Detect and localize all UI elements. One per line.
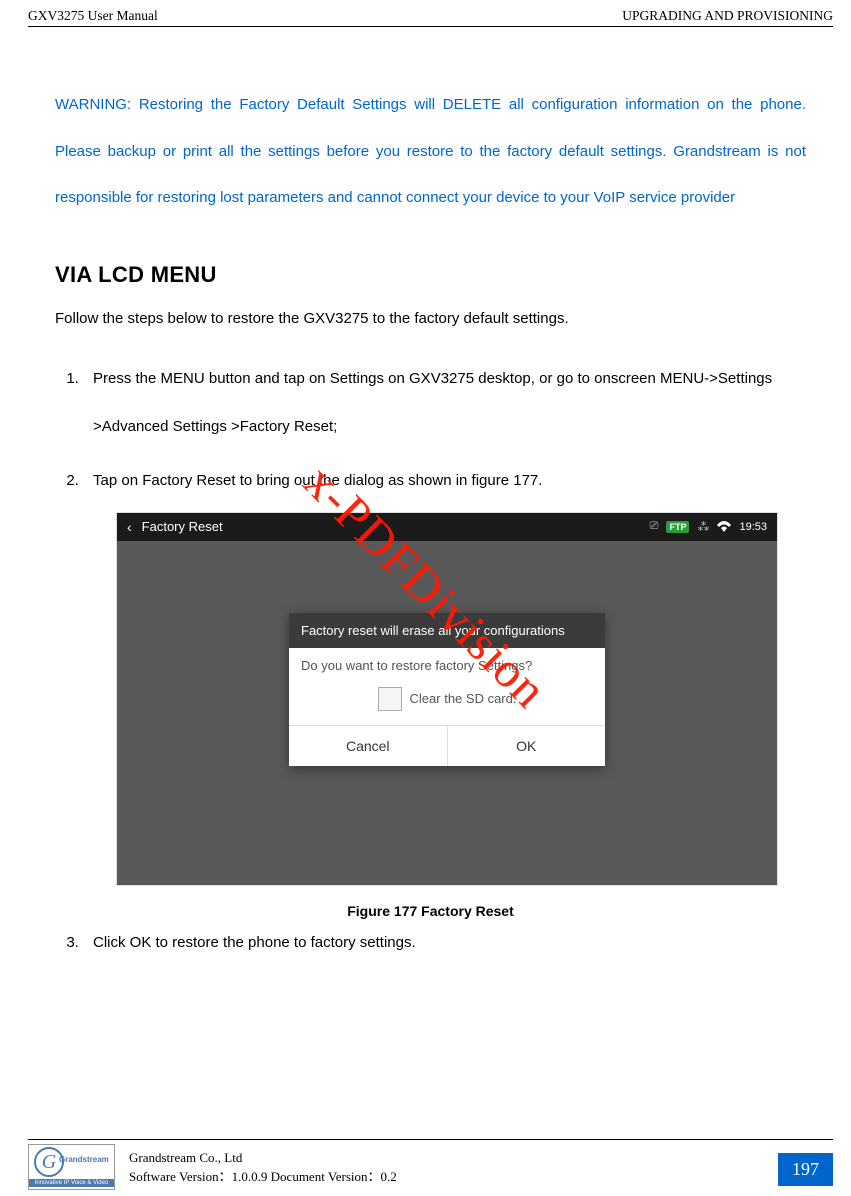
dialog-checkbox-row[interactable]: Clear the SD card. [289,681,605,725]
page-number: 197 [778,1153,833,1186]
doc-title-left: GXV3275 User Manual [28,8,158,24]
brand-logo: G Grandstream Innovative IP Voice & Vide… [28,1144,115,1190]
hdmi-icon: ⎚ [650,520,659,533]
screenshot-title: Factory Reset [142,519,650,534]
ftp-badge: FTP [666,521,689,533]
embedded-screenshot: ‹ Factory Reset ⎚ FTP ⁂ 19:53 Factory re… [117,513,777,885]
warning-text: WARNING: Restoring the Factory Default S… [55,82,806,222]
footer-company: Grandstream Co., Ltd [129,1148,778,1168]
step-3: Click OK to restore the phone to factory… [83,931,806,955]
steps-list: Press the MENU button and tap on Setting… [83,355,806,493]
doc-title-right: UPGRADING AND PROVISIONING [622,8,833,24]
intro-text: Follow the steps below to restore the GX… [55,310,806,327]
logo-tagline: Innovative IP Voice & Video [29,1179,114,1187]
bluetooth-icon: ⁂ [697,520,709,534]
clock-time: 19:53 [739,521,767,533]
dialog-body: Do you want to restore factory Settings? [289,648,605,681]
factory-reset-dialog: Factory reset will erase all your config… [289,613,605,766]
dialog-title: Factory reset will erase all your config… [289,613,605,648]
footer-version: Software Version：1.0.0.9 Document Versio… [129,1167,778,1187]
logo-brand-text: Grandstream [59,1155,109,1164]
steps-list-cont: Click OK to restore the phone to factory… [83,931,806,955]
section-heading: VIA LCD MENU [55,262,806,288]
cancel-button[interactable]: Cancel [289,726,448,766]
screenshot-statusbar: ‹ Factory Reset ⎚ FTP ⁂ 19:53 [117,513,777,541]
checkbox-icon[interactable] [378,687,402,711]
figure-caption: Figure 177 Factory Reset [55,903,806,919]
back-icon[interactable]: ‹ [127,519,132,535]
step-2: Tap on Factory Reset to bring out the di… [83,469,806,493]
wifi-icon [717,521,731,532]
ok-button[interactable]: OK [448,726,606,766]
page-footer: G Grandstream Innovative IP Voice & Vide… [0,1139,851,1196]
checkbox-label: Clear the SD card. [410,691,517,706]
step-1: Press the MENU button and tap on Setting… [83,355,806,451]
